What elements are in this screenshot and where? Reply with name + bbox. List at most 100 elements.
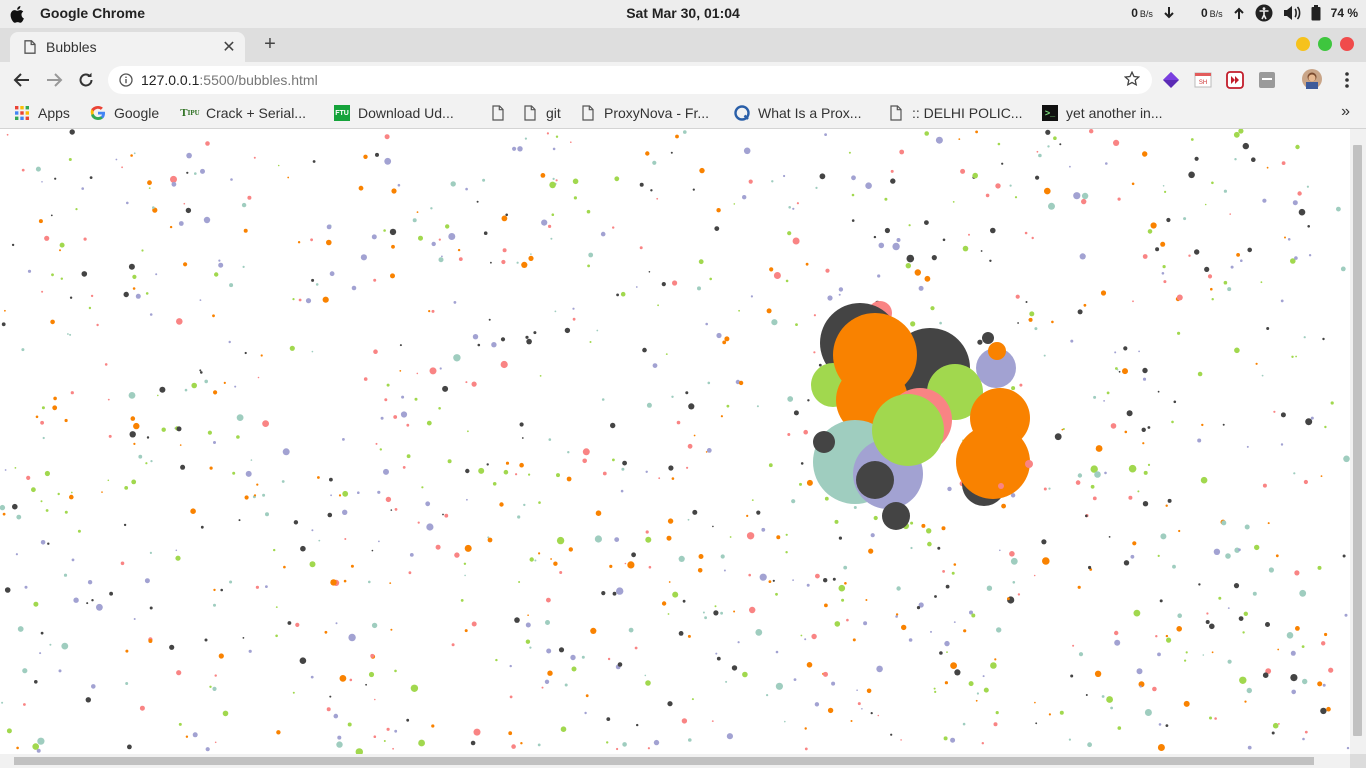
- bubble-dot[interactable]: [391, 188, 397, 194]
- bubble-dot[interactable]: [823, 671, 828, 677]
- bubble-dot[interactable]: [784, 720, 786, 723]
- bubble-dot[interactable]: [905, 263, 911, 269]
- bubble-large[interactable]: [998, 483, 1004, 489]
- bubble-dot[interactable]: [768, 463, 773, 468]
- bubble-dot[interactable]: [792, 207, 795, 210]
- bubble-dot[interactable]: [128, 392, 136, 399]
- bubble-dot[interactable]: [200, 168, 205, 174]
- bubble-dot[interactable]: [624, 562, 627, 565]
- bubble-dot[interactable]: [1324, 632, 1328, 637]
- bubble-dot[interactable]: [1158, 723, 1162, 726]
- bubble-dot[interactable]: [716, 208, 721, 213]
- bubble-dot[interactable]: [467, 430, 469, 433]
- bubble-dot[interactable]: [953, 621, 956, 623]
- bubble-dot[interactable]: [1147, 463, 1151, 466]
- bubble-dot[interactable]: [199, 299, 202, 301]
- bubble-dot[interactable]: [460, 599, 464, 602]
- bubble-dot[interactable]: [451, 643, 455, 647]
- bubble-dot[interactable]: [678, 555, 685, 562]
- bubble-dot[interactable]: [775, 592, 778, 596]
- bubble-dot[interactable]: [627, 561, 635, 569]
- bubble-dot[interactable]: [994, 658, 997, 661]
- bubble-dot[interactable]: [1194, 156, 1199, 161]
- bubble-dot[interactable]: [1221, 520, 1227, 526]
- extension-gem-icon[interactable]: [1162, 71, 1180, 89]
- bubble-dot[interactable]: [564, 683, 568, 687]
- bubble-dot[interactable]: [453, 354, 461, 362]
- bubble-dot[interactable]: [40, 420, 44, 425]
- bubble-dot[interactable]: [550, 558, 552, 560]
- bubble-dot[interactable]: [91, 684, 96, 689]
- bubble-dot[interactable]: [825, 268, 830, 273]
- bubble-dot[interactable]: [212, 314, 215, 318]
- bubble-dot[interactable]: [41, 181, 43, 183]
- bubble-dot[interactable]: [934, 595, 937, 598]
- bubble-dot[interactable]: [465, 381, 468, 384]
- bubble-dot[interactable]: [1197, 438, 1202, 443]
- bubble-dot[interactable]: [620, 489, 624, 493]
- bubble-dot[interactable]: [534, 559, 537, 562]
- bubble-dot[interactable]: [488, 318, 491, 321]
- bubble-dot[interactable]: [256, 483, 259, 486]
- bubble-dot[interactable]: [1138, 350, 1140, 353]
- bubble-dot[interactable]: [699, 167, 705, 174]
- bubble-dot[interactable]: [667, 613, 670, 615]
- bubble-dot[interactable]: [1305, 418, 1313, 426]
- bubble-dot[interactable]: [1267, 522, 1270, 525]
- bubble-dot[interactable]: [85, 697, 92, 703]
- bubble-dot[interactable]: [560, 726, 567, 732]
- bubble-dot[interactable]: [1280, 299, 1284, 303]
- bubble-dot[interactable]: [41, 290, 44, 293]
- bubble-dot[interactable]: [209, 685, 212, 688]
- bubble-dot[interactable]: [1172, 564, 1176, 569]
- bubble-dot[interactable]: [631, 552, 636, 558]
- bubble-dot[interactable]: [865, 182, 872, 189]
- bubble-dot[interactable]: [1017, 593, 1021, 596]
- bubble-dot[interactable]: [329, 477, 333, 482]
- bubble-dot[interactable]: [726, 733, 734, 740]
- bubble-dot[interactable]: [1104, 471, 1107, 475]
- bubble-dot[interactable]: [292, 691, 295, 694]
- bubble-dot[interactable]: [169, 644, 175, 650]
- minimize-button[interactable]: [1296, 37, 1310, 51]
- bubble-dot[interactable]: [517, 515, 521, 519]
- bubble-dot[interactable]: [159, 386, 166, 393]
- bubble-dot[interactable]: [519, 462, 524, 468]
- bubble-dot[interactable]: [993, 722, 998, 727]
- bubble-dot[interactable]: [133, 618, 136, 620]
- bubble-dot[interactable]: [371, 549, 374, 552]
- bubble-dot[interactable]: [518, 581, 521, 583]
- bubble-dot[interactable]: [275, 634, 278, 638]
- bubble-dot[interactable]: [588, 252, 594, 258]
- bubble-dot[interactable]: [218, 259, 221, 262]
- bubble-dot[interactable]: [602, 471, 607, 476]
- bubble-dot[interactable]: [509, 664, 512, 668]
- bubble-dot[interactable]: [656, 197, 659, 200]
- bubble-dot[interactable]: [971, 613, 976, 618]
- bubble-dot[interactable]: [1302, 678, 1308, 685]
- tab-bubbles[interactable]: Bubbles ✕: [10, 32, 245, 62]
- bubble-dot[interactable]: [895, 615, 898, 618]
- bubbles-canvas[interactable]: [0, 129, 1350, 754]
- bubble-dot[interactable]: [363, 377, 368, 381]
- bubble-dot[interactable]: [1033, 574, 1036, 577]
- bubble-dot[interactable]: [944, 681, 949, 685]
- bubble-dot[interactable]: [1286, 632, 1294, 639]
- bubble-dot[interactable]: [636, 723, 639, 727]
- bubble-dot[interactable]: [600, 231, 606, 237]
- bubble-dot[interactable]: [123, 291, 129, 298]
- bubble-dot[interactable]: [572, 178, 579, 185]
- bubble-dot[interactable]: [639, 246, 643, 250]
- bubble-dot[interactable]: [248, 649, 252, 653]
- info-icon[interactable]: [119, 73, 133, 87]
- bubble-dot[interactable]: [788, 206, 791, 209]
- bubble-dot[interactable]: [1198, 583, 1201, 586]
- bubble-dot[interactable]: [1284, 236, 1286, 239]
- bubble-dot[interactable]: [1142, 254, 1148, 259]
- bubble-dot[interactable]: [1124, 430, 1128, 434]
- bubble-dot[interactable]: [645, 151, 650, 156]
- bubble-dot[interactable]: [1294, 256, 1298, 260]
- bubble-dot[interactable]: [190, 508, 196, 514]
- bubble-dot[interactable]: [972, 172, 978, 179]
- bubble-dot[interactable]: [1291, 689, 1296, 695]
